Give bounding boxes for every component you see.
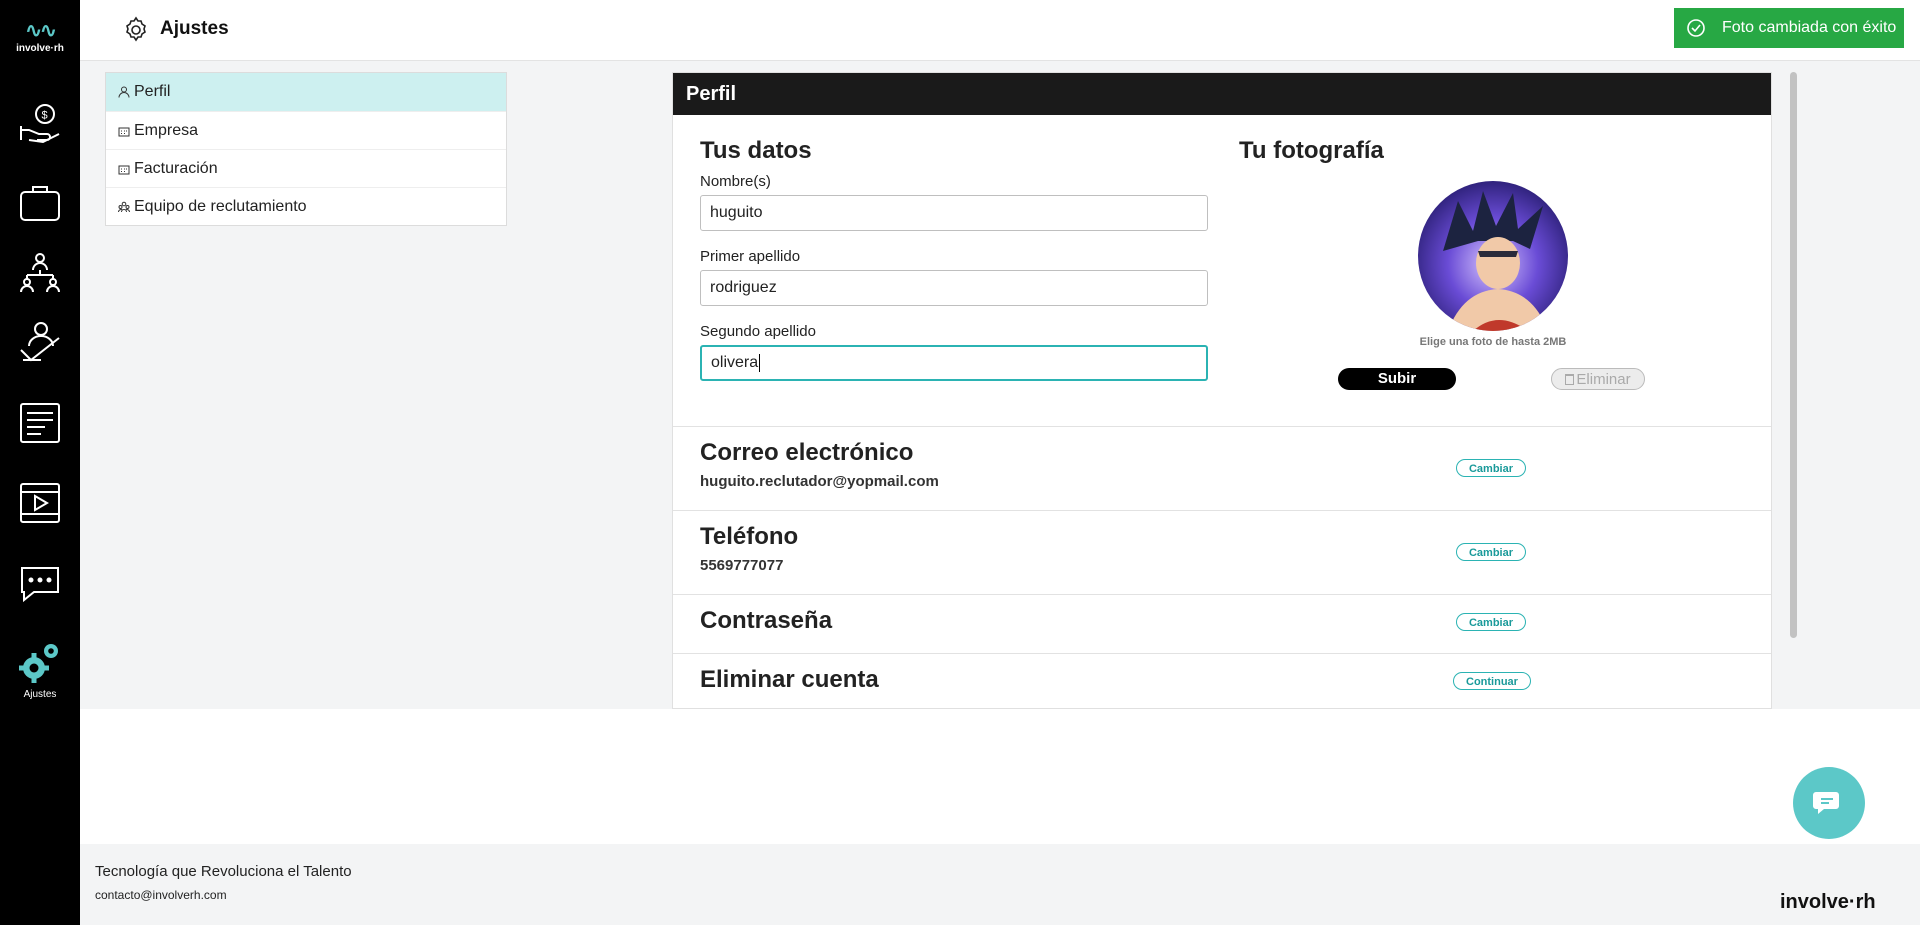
settings-menu-label: Equipo de reclutamiento [134, 197, 307, 215]
settings-gears-icon [19, 644, 58, 683]
team-icon [20, 253, 60, 293]
brand-logo[interactable]: ∿∿ involve·rh [10, 20, 70, 58]
user-icon [118, 86, 130, 98]
password-row: Contraseña Cambiar [673, 594, 1771, 654]
chat-icon [21, 567, 59, 603]
first-name-input[interactable]: huguito [700, 195, 1208, 231]
toast-message: Foto cambiada con éxito [1722, 19, 1897, 36]
support-chat-button[interactable] [1793, 767, 1865, 839]
change-email-button[interactable]: Cambiar [1456, 459, 1526, 477]
nav-item-candidates[interactable] [0, 250, 80, 296]
settings-menu-label: Empresa [134, 121, 199, 139]
second-surname-label: Segundo apellido [700, 323, 816, 340]
panel-header: Perfil [673, 73, 1771, 115]
email-title: Correo electrónico [700, 439, 914, 466]
delete-account-row: Eliminar cuenta Continuar [673, 653, 1771, 708]
footer-tagline: Tecnología que Revoluciona el Talento [95, 863, 352, 880]
phone-value: 5569777077 [700, 557, 784, 574]
footer-email[interactable]: contacto@involverh.com [95, 888, 227, 902]
delete-photo-label: Eliminar [1576, 371, 1631, 388]
change-phone-button[interactable]: Cambiar [1456, 543, 1526, 561]
logo-wave-icon: ∿∿ [25, 20, 56, 42]
footer-logo: involve·rh [1780, 891, 1876, 913]
team-icon [118, 201, 130, 212]
video-icon [20, 483, 60, 523]
settings-menu-item-company[interactable]: Empresa [106, 111, 506, 149]
top-bar: Ajustes Foto cambiada con éxito [80, 0, 1920, 61]
delete-photo-button[interactable]: Eliminar [1551, 368, 1645, 390]
settings-menu-item-recruiting-team[interactable]: Equipo de reclutamiento [106, 187, 506, 225]
first-surname-label: Primer apellido [700, 248, 801, 265]
your-data-title: Tus datos [700, 137, 812, 164]
nav-item-invoices[interactable] [0, 400, 80, 446]
briefcase-icon [20, 186, 60, 221]
settings-menu-label: Perfil [134, 83, 171, 100]
nav-item-videos[interactable] [0, 480, 80, 526]
settings-menu-item-billing[interactable]: Facturación [106, 149, 506, 187]
upload-photo-button[interactable]: Subir [1338, 368, 1456, 390]
settings-menu-item-profile[interactable]: Perfil [106, 73, 506, 111]
gear-icon [126, 16, 146, 42]
photo-hint: Elige una foto de hasta 2MB [1419, 336, 1567, 348]
delete-account-continue-button[interactable]: Continuar [1453, 672, 1531, 690]
nav-item-messages[interactable] [0, 560, 80, 606]
email-value: huguito.reclutador@yopmail.com [700, 473, 939, 490]
chat-bubble-icon [1813, 792, 1839, 814]
nav-item-evaluations[interactable] [0, 320, 80, 366]
content-scrollbar[interactable] [1790, 72, 1797, 638]
delete-account-title: Eliminar cuenta [700, 666, 879, 693]
building-icon [118, 127, 130, 136]
svg-text:$: $ [42, 110, 48, 122]
nav-label-settings: Ajustes [23, 689, 57, 700]
sidebar: ∿∿ involve·rh $ Ajustes [0, 0, 80, 925]
success-toast[interactable]: Foto cambiada con éxito [1674, 8, 1904, 48]
checklist-hand-icon [20, 322, 60, 362]
nav-item-jobs[interactable] [0, 180, 80, 226]
text-cursor [759, 354, 761, 372]
main-area: Ajustes Foto cambiada con éxito Perfil E… [80, 0, 1920, 925]
phone-row: Teléfono 5569777077 Cambiar [673, 510, 1771, 595]
first-name-label: Nombre(s) [700, 173, 771, 190]
second-surname-value: olivera [711, 354, 759, 371]
trash-icon [1565, 374, 1575, 385]
change-password-button[interactable]: Cambiar [1456, 613, 1526, 631]
profile-panel: Perfil Tus datos Nombre(s) huguito Prime… [672, 72, 1772, 709]
receipt-icon [20, 403, 60, 443]
building-icon [118, 165, 130, 174]
first-surname-input[interactable]: rodriguez [700, 270, 1208, 306]
phone-title: Teléfono [700, 523, 799, 550]
check-circle-icon [1687, 19, 1705, 37]
page-title: Ajustes [160, 18, 229, 39]
footer: Tecnología que Revoluciona el Talento co… [80, 844, 1920, 925]
settings-menu-label: Facturación [134, 159, 218, 177]
photo-title: Tu fotografía [1239, 137, 1384, 164]
money-hand-icon: $ [20, 104, 60, 144]
email-row: Correo electrónico huguito.reclutador@yo… [673, 426, 1771, 511]
profile-photo [1418, 181, 1568, 331]
nav-item-settings[interactable]: Ajustes [0, 640, 80, 700]
password-title: Contraseña [700, 607, 833, 634]
settings-menu: Perfil Empresa Facturación Equipo de rec… [105, 72, 507, 226]
nav-item-payments[interactable]: $ [0, 100, 80, 146]
avatar-image [1418, 181, 1568, 331]
second-surname-input[interactable]: olivera [700, 345, 1208, 381]
